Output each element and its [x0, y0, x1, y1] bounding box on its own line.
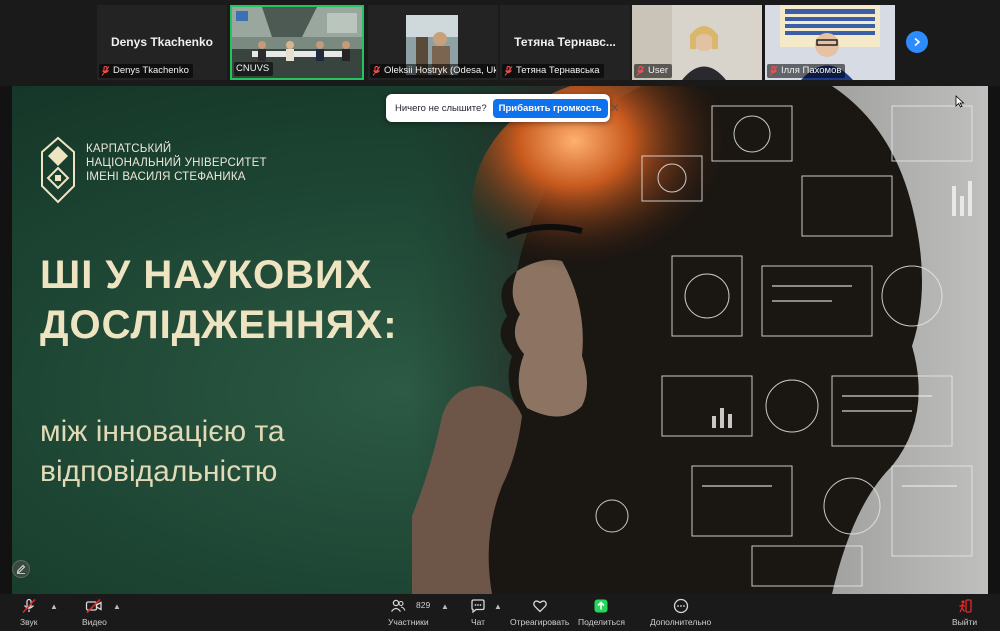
participants-options-chevron-icon[interactable]: ▲	[441, 602, 449, 611]
participant-label-text: Ілля Пахомов	[781, 65, 842, 76]
participant-label: Ілля Пахомов	[767, 64, 846, 78]
react-button[interactable]: Отреагировать	[510, 598, 569, 627]
mic-muted-icon	[636, 66, 645, 76]
chat-button[interactable]: Чат	[470, 598, 486, 627]
leave-button[interactable]: Выйти	[952, 598, 977, 627]
participant-label-text: Denys Tkachenko	[113, 65, 189, 76]
share-label: Поделиться	[578, 617, 625, 627]
university-name: Карпатський національний університет іме…	[86, 136, 267, 184]
participants-count: 829	[416, 600, 431, 610]
audio-label: Звук	[20, 617, 38, 627]
participant-strip: Denys Tkachenko Denys Tkachenko CNUVS Ol…	[0, 0, 1000, 86]
video-button[interactable]: Видео	[82, 598, 107, 627]
university-name-line: Карпатський	[86, 143, 172, 155]
leave-meeting-icon	[958, 599, 972, 613]
slide-subtitle: між інновацією та відповідальністю	[40, 412, 285, 492]
chat-icon	[471, 599, 485, 614]
more-options-icon	[673, 598, 688, 614]
react-label: Отреагировать	[510, 617, 570, 627]
university-name-line: імені Василя Стефаника	[86, 171, 246, 183]
slide-title: ШІ У НАУКОВИХ ДОСЛІДЖЕННЯХ:	[40, 250, 398, 350]
heart-icon	[532, 600, 547, 613]
slide-subtitle-line: відповідальністю	[40, 455, 278, 488]
audio-options-chevron-icon[interactable]: ▲	[50, 602, 58, 611]
participant-tile[interactable]: Oleksii Hostryk (Odesa, Ukrai...	[368, 5, 498, 80]
video-label: Видео	[82, 617, 107, 627]
audio-button[interactable]: Звук	[20, 598, 37, 627]
participants-label: Участники	[388, 617, 429, 627]
mic-muted-icon	[504, 66, 513, 76]
leave-label: Выйти	[952, 617, 978, 627]
chevron-right-icon	[914, 37, 921, 47]
slide-subtitle-line: між інновацією та	[40, 415, 285, 448]
video-options-chevron-icon[interactable]: ▲	[113, 602, 121, 611]
mic-muted-icon	[22, 598, 36, 614]
annotate-button[interactable]	[12, 560, 30, 578]
participant-label-text: Тетяна Тернавська	[516, 65, 600, 76]
mic-muted-icon	[101, 66, 110, 76]
more-button[interactable]: Дополнительно	[650, 598, 711, 627]
shared-screen: Карпатський національний університет іме…	[0, 86, 1000, 594]
mouse-cursor-icon	[955, 95, 965, 108]
participant-tile[interactable]: Ілля Пахомов	[765, 5, 895, 80]
participant-label: CNUVS	[234, 62, 274, 76]
increase-volume-button[interactable]: Прибавить громкость	[492, 98, 608, 118]
university-name-line: національний університет	[86, 157, 267, 169]
participant-label: Oleksii Hostryk (Odesa, Ukrai...	[370, 64, 496, 78]
slide-title-line: ДОСЛІДЖЕННЯХ:	[40, 303, 398, 347]
chat-label: Чат	[470, 617, 486, 627]
video-off-icon	[86, 598, 103, 614]
participant-label: Denys Tkachenko	[99, 64, 193, 78]
share-button[interactable]: Поделиться	[578, 598, 625, 627]
university-emblem-icon	[41, 136, 75, 204]
mic-muted-icon	[372, 66, 381, 76]
participant-tile-active[interactable]: CNUVS	[230, 5, 364, 80]
notification-text: Ничего не слышите?	[395, 102, 487, 114]
participant-label-text: CNUVS	[236, 63, 270, 74]
slide-title-line: ШІ У НАУКОВИХ	[40, 253, 373, 297]
participant-name: Тетяна Тернавс...	[514, 35, 616, 49]
close-notification-icon[interactable]: ✕	[608, 101, 622, 115]
more-label: Дополнительно	[650, 617, 712, 627]
participant-tile[interactable]: Тетяна Тернавс... Тетяна Тернавська	[500, 5, 630, 80]
chat-options-chevron-icon[interactable]: ▲	[494, 602, 502, 611]
participant-label: Тетяна Тернавська	[502, 64, 604, 78]
presentation-slide: Карпатський національний університет іме…	[12, 86, 988, 594]
meeting-toolbar: Звук ▲ Видео ▲ Участники 829 ▲ Чат ▲ Отр…	[0, 594, 1000, 631]
participant-label: User	[634, 64, 673, 78]
next-page-button[interactable]	[906, 31, 928, 53]
audio-notification: Ничего не слышите? Прибавить громкость ✕	[386, 94, 620, 122]
participant-tile[interactable]: Denys Tkachenko Denys Tkachenko	[97, 5, 227, 80]
participant-name: Denys Tkachenko	[110, 35, 214, 49]
university-logo: Карпатський національний університет іме…	[40, 136, 267, 204]
participant-label-text: User	[648, 65, 669, 76]
participant-tile[interactable]: User	[632, 5, 762, 80]
participants-icon	[391, 599, 406, 612]
share-screen-icon	[594, 599, 608, 613]
ai-head-illustration	[412, 86, 988, 594]
participant-label-text: Oleksii Hostryk (Odesa, Ukrai...	[384, 65, 496, 76]
mic-muted-icon	[769, 66, 778, 76]
pencil-icon	[16, 564, 26, 574]
